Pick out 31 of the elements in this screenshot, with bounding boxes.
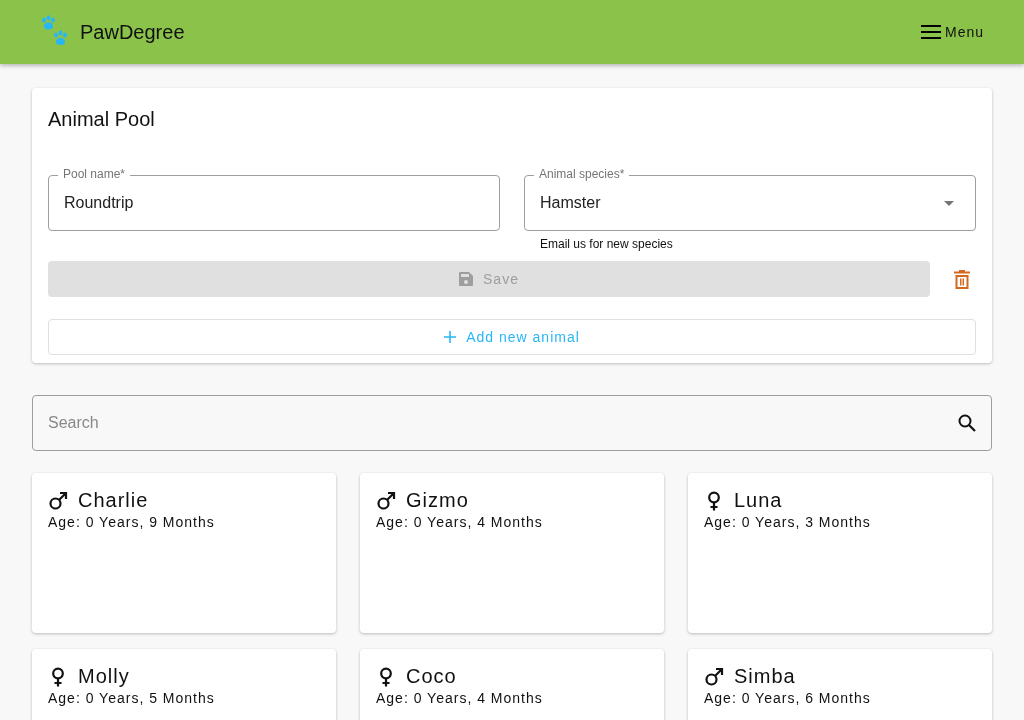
animal-name: Molly	[78, 665, 130, 688]
animal-name: Luna	[734, 489, 783, 512]
male-symbol-icon	[48, 490, 68, 511]
animal-age: Age: 0 Years, 9 Months	[48, 514, 216, 530]
app-title: PawDegree	[80, 20, 185, 44]
trash-icon	[954, 269, 970, 289]
card-title: Animal Pool	[48, 108, 156, 131]
animal-card[interactable]: Molly Age: 0 Years, 5 Months	[32, 649, 336, 720]
menu-button[interactable]: Menu	[920, 18, 984, 46]
animal-card[interactable]: Luna Age: 0 Years, 3 Months	[688, 473, 992, 633]
plus-icon	[444, 331, 457, 343]
animal-name: Coco	[406, 665, 457, 688]
animal-card[interactable]: Gizmo Age: 0 Years, 4 Months	[360, 473, 664, 633]
animal-age: Age: 0 Years, 6 Months	[704, 690, 872, 706]
search-icon	[958, 414, 976, 432]
caret-icon	[944, 200, 954, 206]
animal-age: Age: 0 Years, 4 Months	[376, 514, 544, 530]
animal-age: Age: 0 Years, 5 Months	[48, 690, 216, 706]
helper-text: Email us for new species	[540, 237, 674, 251]
save-icon	[459, 272, 474, 286]
male-symbol-icon	[376, 490, 396, 511]
male-symbol-icon	[704, 666, 724, 687]
animal-name: Charlie	[78, 489, 149, 512]
menu-icon	[920, 25, 941, 39]
animal-card[interactable]: Simba Age: 0 Years, 6 Months	[688, 649, 992, 720]
animal-age: Age: 0 Years, 4 Months	[376, 690, 544, 706]
animal-name: Simba	[734, 665, 796, 688]
animal-card[interactable]: Coco Age: 0 Years, 4 Months	[360, 649, 664, 720]
animal-name: Gizmo	[406, 489, 469, 512]
animal-card[interactable]: Charlie Age: 0 Years, 9 Months	[32, 473, 336, 633]
animal-age: Age: 0 Years, 3 Months	[704, 514, 872, 530]
